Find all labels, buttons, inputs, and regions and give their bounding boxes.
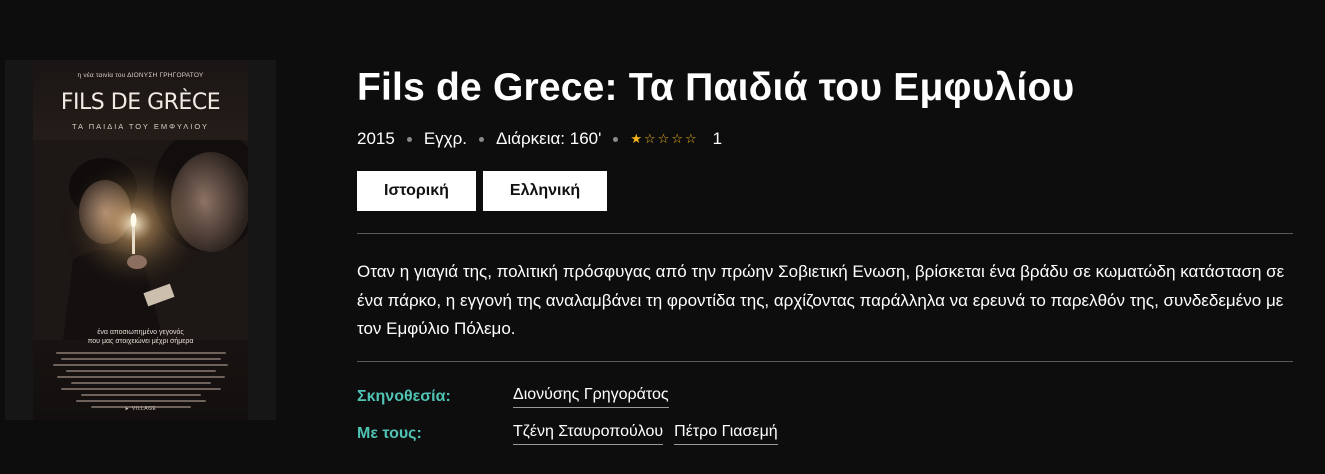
star-empty-icon[interactable]: ☆ bbox=[658, 131, 672, 147]
star-filled-icon[interactable]: ★ bbox=[630, 131, 644, 147]
divider bbox=[357, 233, 1293, 234]
director-link[interactable]: Διονύσης Γρηγοράτος bbox=[513, 386, 669, 408]
separator-dot bbox=[613, 136, 619, 142]
movie-meta: 2015 Εγχρ. Διάρκεια: 160' ★ ☆ ☆ ☆ ☆ 1 bbox=[357, 128, 722, 150]
separator-dot bbox=[406, 136, 412, 142]
poster-subtitle: ΤΑ ΠΑΙΔΙΑ ΤΟΥ ΕΜΦΥΛΙΟΥ bbox=[72, 122, 209, 131]
poster-distributor-logo: ► VILLAGE bbox=[124, 406, 157, 412]
genre-tag-greek[interactable]: Ελληνική bbox=[482, 171, 608, 211]
rating-count: 1 bbox=[712, 129, 723, 148]
genre-tag-historical[interactable]: Ιστορική bbox=[357, 171, 476, 211]
movie-poster: η νέα ταινία του ΔΙΟΝΥΣΗ ΓΡΗΓΟΡΑΤΟΥ FILS… bbox=[33, 60, 248, 420]
movie-detail-page: η νέα ταινία του ΔΙΟΝΥΣΗ ΓΡΗΓΟΡΑΤΟΥ FILS… bbox=[0, 0, 1325, 474]
genre-tags: Ιστορική Ελληνική bbox=[357, 171, 608, 211]
cast-label: Με τους: bbox=[357, 425, 422, 442]
movie-title: Fils de Grece: Τα Παιδιά του Εμφυλίου bbox=[357, 66, 1075, 109]
poster-caption: ένα αποσιωπημένο γεγονός που μας στοιχει… bbox=[33, 328, 248, 346]
poster-scene-image bbox=[33, 140, 248, 340]
movie-duration: Διάρκεια: 160' bbox=[495, 129, 602, 148]
director-label: Σκηνοθεσία: bbox=[357, 388, 451, 405]
director-row: Σκηνοθεσία: Διονύσης Γρηγοράτος bbox=[357, 386, 680, 408]
cast-row: Με τους: Τζένη Σταυροπούλου Πέτρο Γιασεμ… bbox=[357, 423, 789, 445]
cast-member-link[interactable]: Τζένη Σταυροπούλου bbox=[513, 423, 664, 445]
star-empty-icon[interactable]: ☆ bbox=[644, 131, 658, 147]
poster-caption-line: ένα αποσιωπημένο γεγονός bbox=[97, 329, 184, 336]
movie-year: 2015 bbox=[357, 129, 395, 148]
star-empty-icon[interactable]: ☆ bbox=[671, 131, 685, 147]
rating-stars[interactable]: ★ ☆ ☆ ☆ ☆ bbox=[630, 131, 698, 147]
poster-frame: η νέα ταινία του ΔΙΟΝΥΣΗ ΓΡΗΓΟΡΑΤΟΥ FILS… bbox=[5, 60, 276, 420]
separator-dot bbox=[478, 136, 484, 142]
divider bbox=[357, 361, 1293, 362]
star-empty-icon[interactable]: ☆ bbox=[685, 131, 699, 147]
poster-tagline: η νέα ταινία του ΔΙΟΝΥΣΗ ΓΡΗΓΟΡΑΤΟΥ bbox=[77, 72, 204, 79]
cast-member-link[interactable]: Πέτρο Γιασεμή bbox=[674, 423, 778, 445]
poster-caption-line: που μας στοιχειώνει μέχρι σήμερα bbox=[87, 338, 194, 345]
poster-credit-block bbox=[47, 352, 234, 412]
movie-synopsis: Οταν η γιαγιά της, πολιτική πρόσφυγας απ… bbox=[357, 262, 1285, 338]
movie-color: Εγχρ. bbox=[423, 129, 467, 148]
poster-title: FILS DE GRÈCE bbox=[60, 90, 221, 115]
